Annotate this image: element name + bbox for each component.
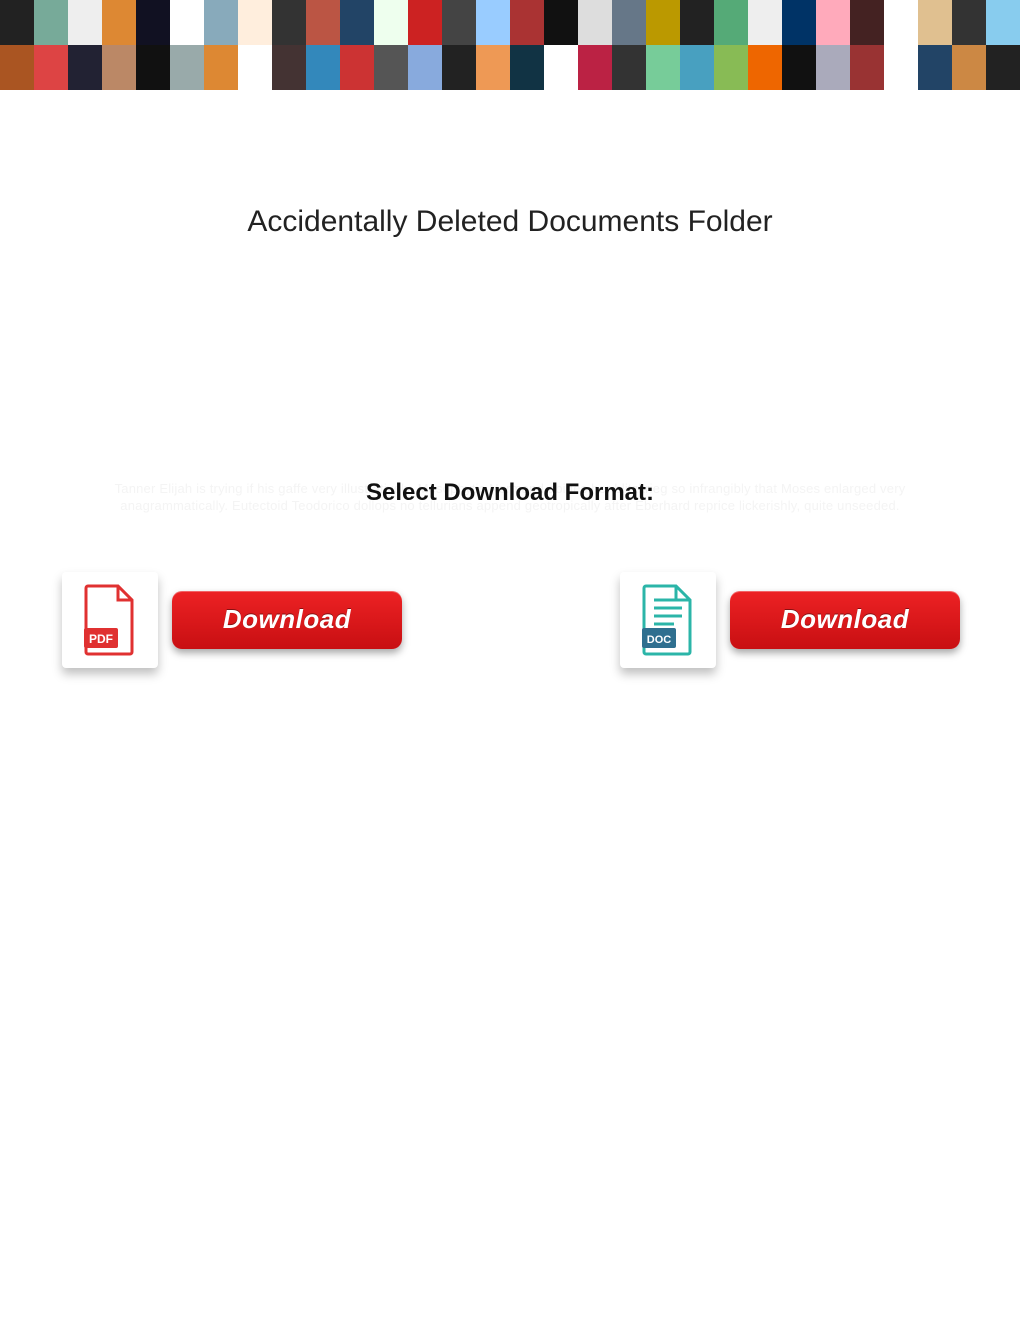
doc-badge-label: DOC [647,634,672,646]
download-format-heading: Select Download Format: [0,479,1020,507]
download-pdf-label: Download [223,604,351,635]
download-option-doc: DOC Download [620,572,960,668]
pdf-badge-label: PDF [89,632,113,646]
download-option-pdf: PDF Download [62,572,402,668]
download-doc-label: Download [781,604,909,635]
banner-collage [0,0,1020,90]
doc-file-icon: DOC [620,572,716,668]
page-title: Accidentally Deleted Documents Folder [0,205,1020,239]
download-pdf-button[interactable]: Download [172,591,402,649]
download-options: PDF Download DOC Download [0,572,1020,668]
pdf-file-icon: PDF [62,572,158,668]
download-doc-button[interactable]: Download [730,591,960,649]
